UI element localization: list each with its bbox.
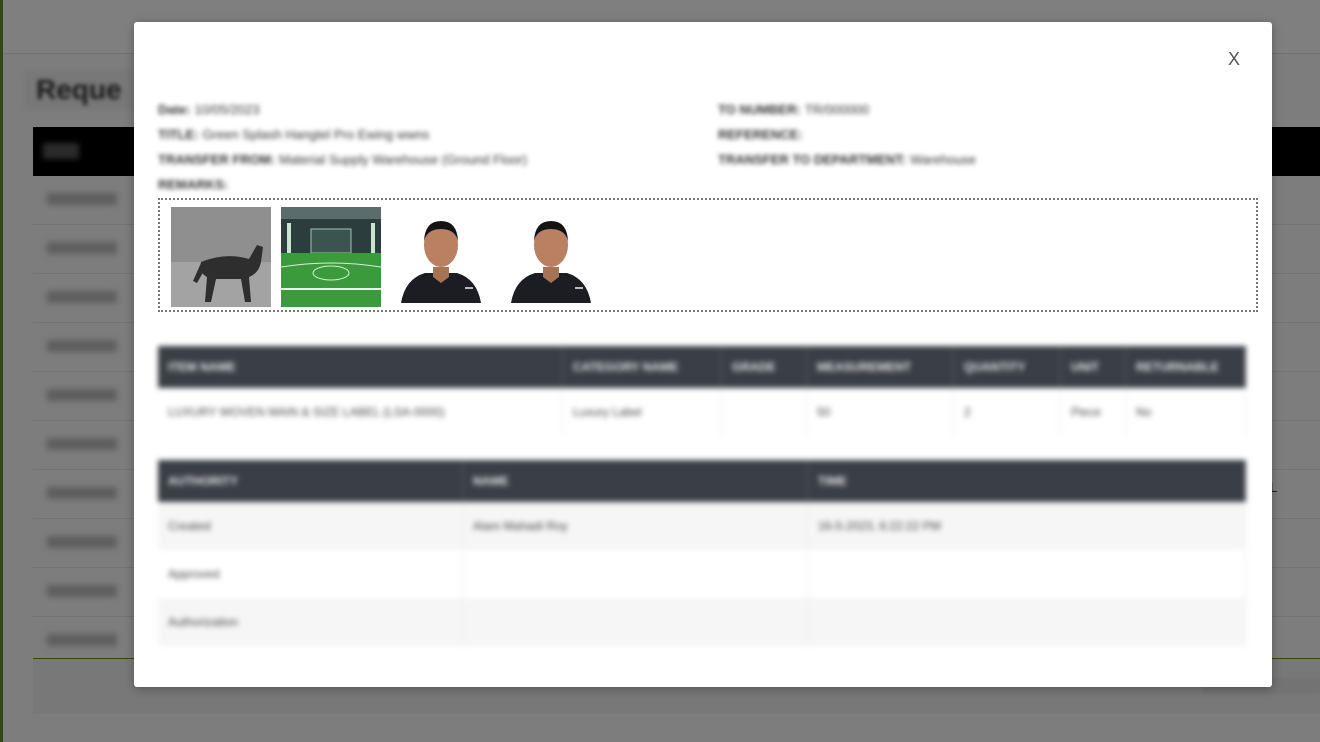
cell-authority: Approved bbox=[158, 550, 463, 598]
col-returnable: RETURNABLE bbox=[1125, 346, 1246, 388]
info-remarks: REMARKS: bbox=[158, 177, 229, 192]
col-unit: UNIT bbox=[1060, 346, 1126, 388]
close-button[interactable]: X bbox=[1228, 49, 1240, 69]
cell-authority: Created bbox=[158, 502, 463, 550]
cell-measurement: 50 bbox=[806, 388, 954, 436]
details-modal: X Date: 10/05/2023 TITLE: Green Splash Han… bbox=[134, 22, 1272, 687]
table-row: LUXURY WOVEN MAIN & SIZE LABEL (LSA-0000… bbox=[158, 388, 1246, 436]
items-table-wrapper: ITEM NAME CATEGORY NAME GRADE MEASUREMEN… bbox=[158, 346, 1246, 436]
authority-table: AUTHORITY NAME TIME Created Alam Mahadi … bbox=[158, 460, 1246, 646]
table-row: Created Alam Mahadi Roy 16-5-2023, 6:22:… bbox=[158, 502, 1246, 550]
col-category-name: CATEGORY NAME bbox=[562, 346, 722, 388]
info-transfer-from: TRANSFER FROM: Material Supply Warehouse … bbox=[158, 152, 528, 167]
person-portrait-icon bbox=[395, 207, 487, 303]
table-row: Approved bbox=[158, 550, 1246, 598]
cell-name bbox=[462, 598, 808, 646]
person-portrait-icon bbox=[505, 207, 597, 303]
cell-authority: Authorization bbox=[158, 598, 463, 646]
cell-name bbox=[462, 550, 808, 598]
col-item-name: ITEM NAME bbox=[158, 346, 563, 388]
info-transfer-to: TRANSFER TO DEPARTMENT: Warehouse bbox=[718, 152, 977, 167]
dog-photo-icon bbox=[171, 207, 271, 307]
cell-quantity: 2 bbox=[953, 388, 1061, 436]
info-to-number: TO NUMBER: TR/000000 bbox=[718, 102, 870, 117]
authority-table-header: AUTHORITY NAME TIME bbox=[158, 460, 1246, 502]
cell-time bbox=[807, 598, 1246, 646]
attachment-thumb-field[interactable] bbox=[281, 207, 381, 307]
cell-time: 16-5-2023, 6:22:22 PM bbox=[807, 502, 1246, 550]
col-quantity: QUANTITY bbox=[953, 346, 1061, 388]
authority-table-wrapper: AUTHORITY NAME TIME Created Alam Mahadi … bbox=[158, 460, 1246, 646]
table-row: Authorization bbox=[158, 598, 1246, 646]
cell-returnable: No bbox=[1125, 388, 1246, 436]
attachment-thumb-dog[interactable] bbox=[171, 207, 271, 307]
col-authority: AUTHORITY bbox=[158, 460, 463, 502]
attachment-thumb-portrait-2[interactable] bbox=[505, 207, 597, 303]
info-right-column: TO NUMBER: TR/000000 REFERENCE: TRANSFER … bbox=[718, 100, 1038, 175]
cell-unit: Piece bbox=[1060, 388, 1126, 436]
cell-category: Luxury Label bbox=[562, 388, 722, 436]
cell-item-name: LUXURY WOVEN MAIN & SIZE LABEL (LSA-0000… bbox=[158, 388, 563, 436]
col-grade: GRADE bbox=[721, 346, 807, 388]
info-left-column: Date: 10/05/2023 TITLE: Green Splash Hangt… bbox=[158, 100, 678, 200]
col-name: NAME bbox=[462, 460, 808, 502]
items-table: ITEM NAME CATEGORY NAME GRADE MEASUREMEN… bbox=[158, 346, 1246, 436]
info-title: TITLE: Green Splash Hangtel Pro Ewing wwn… bbox=[158, 127, 430, 142]
info-reference: REFERENCE: bbox=[718, 127, 803, 142]
cell-grade bbox=[721, 388, 807, 436]
cell-time bbox=[807, 550, 1246, 598]
attachments-box bbox=[158, 198, 1258, 312]
items-table-header: ITEM NAME CATEGORY NAME GRADE MEASUREMEN… bbox=[158, 346, 1246, 388]
field-photo-icon bbox=[281, 207, 381, 307]
cell-name: Alam Mahadi Roy bbox=[462, 502, 808, 550]
info-date: Date: 10/05/2023 bbox=[158, 102, 260, 117]
col-measurement: MEASUREMENT bbox=[806, 346, 954, 388]
attachment-thumb-portrait-1[interactable] bbox=[395, 207, 487, 303]
col-time: TIME bbox=[807, 460, 1246, 502]
